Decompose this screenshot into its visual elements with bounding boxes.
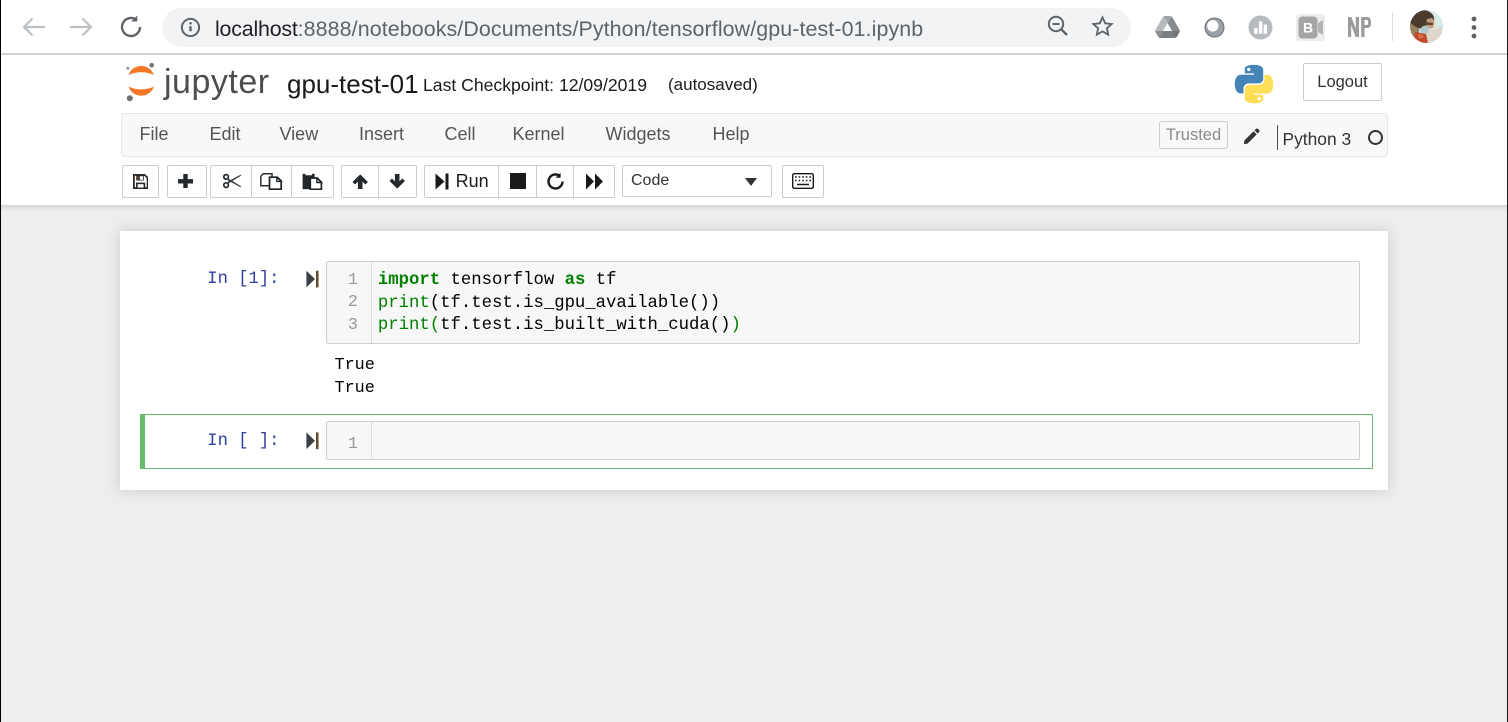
svg-text:B: B	[1303, 20, 1313, 36]
